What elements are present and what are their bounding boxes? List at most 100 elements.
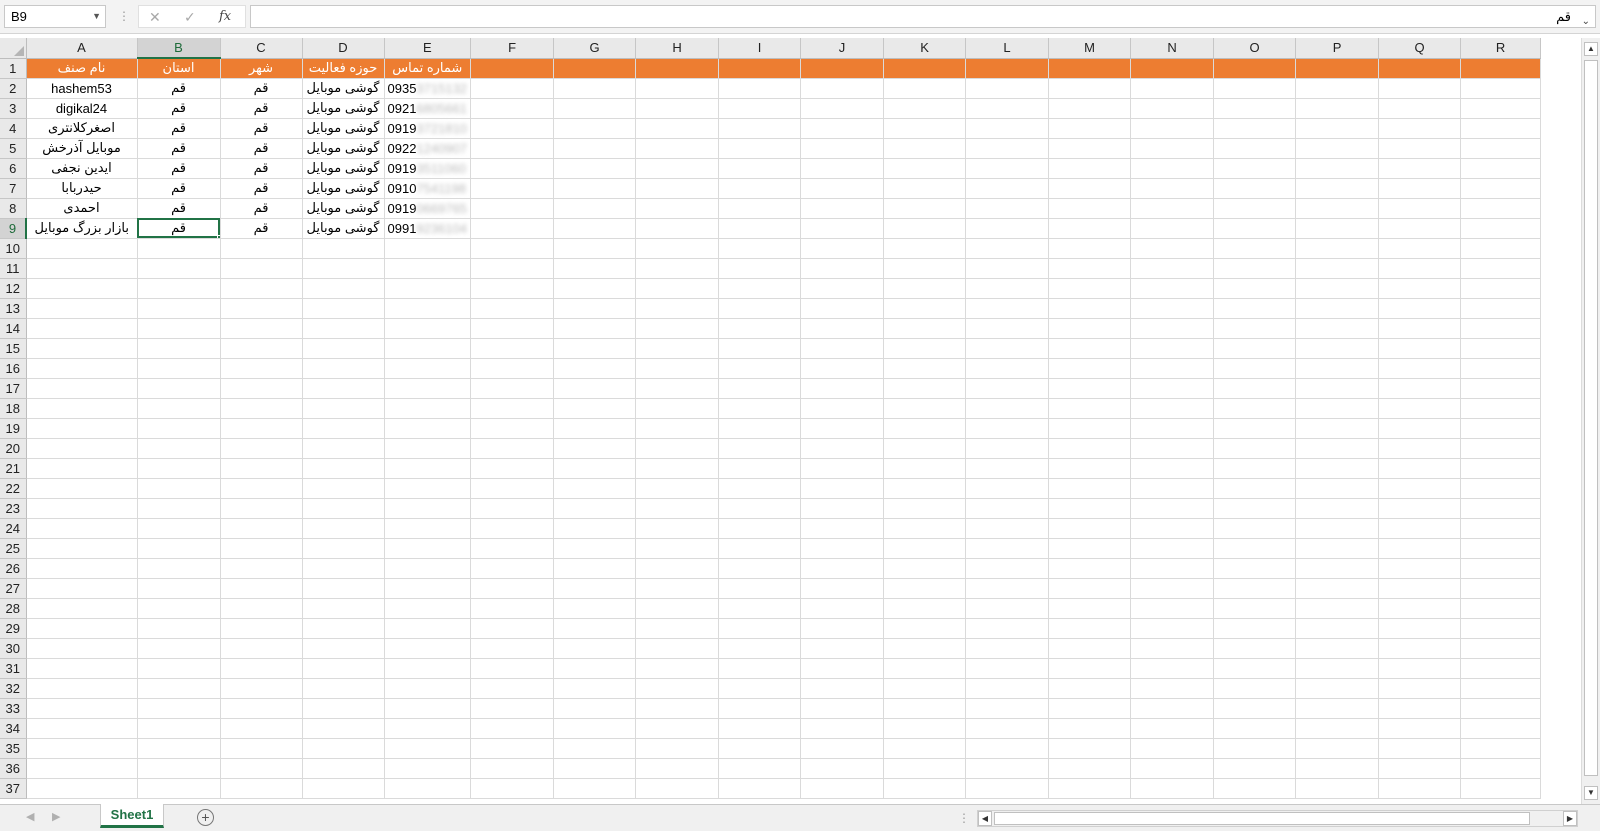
- cell-p22[interactable]: [1295, 478, 1380, 499]
- cell-f32[interactable]: [470, 678, 555, 699]
- cell-p1[interactable]: [1295, 58, 1380, 79]
- cell-l33[interactable]: [965, 698, 1050, 719]
- cell-q31[interactable]: [1378, 658, 1462, 679]
- cell-n16[interactable]: [1130, 358, 1215, 379]
- cell-b23[interactable]: [137, 498, 221, 519]
- cell-g18[interactable]: [553, 398, 637, 419]
- row-header-32[interactable]: 32: [0, 678, 27, 699]
- cell-g21[interactable]: [553, 458, 637, 479]
- cell-k26[interactable]: [883, 558, 967, 579]
- cell-n28[interactable]: [1130, 598, 1215, 619]
- cell-a16[interactable]: [26, 358, 138, 379]
- cell-m29[interactable]: [1048, 618, 1132, 639]
- cell-f30[interactable]: [470, 638, 555, 659]
- cell-p21[interactable]: [1295, 458, 1380, 479]
- cell-c37[interactable]: [220, 778, 303, 799]
- cell-e12[interactable]: [384, 278, 472, 299]
- cell-q28[interactable]: [1378, 598, 1462, 619]
- cell-q27[interactable]: [1378, 578, 1462, 599]
- cell-q16[interactable]: [1378, 358, 1462, 379]
- cell-p15[interactable]: [1295, 338, 1380, 359]
- cell-f28[interactable]: [470, 598, 555, 619]
- cell-i4[interactable]: [718, 118, 802, 139]
- cell-d18[interactable]: [302, 398, 385, 419]
- row-header-10[interactable]: 10: [0, 238, 27, 259]
- cell-r27[interactable]: [1460, 578, 1542, 599]
- splitter-icon[interactable]: ⋮: [958, 811, 970, 825]
- cell-i10[interactable]: [718, 238, 802, 259]
- column-header-h[interactable]: H: [635, 38, 720, 59]
- cell-c10[interactable]: [220, 238, 303, 259]
- formula-input[interactable]: قم ⌄: [250, 5, 1596, 28]
- cell-d8[interactable]: گوشی موبایل: [301, 197, 385, 219]
- cell-h7[interactable]: [635, 178, 720, 199]
- cell-f8[interactable]: [470, 198, 555, 219]
- cell-o7[interactable]: [1213, 178, 1297, 199]
- cell-j31[interactable]: [800, 658, 885, 679]
- cell-o30[interactable]: [1213, 638, 1297, 659]
- cell-l5[interactable]: [965, 138, 1050, 159]
- cell-a5[interactable]: موبایل آذرخش: [25, 137, 138, 159]
- cell-i25[interactable]: [718, 538, 802, 559]
- cell-h24[interactable]: [635, 518, 720, 539]
- cell-j21[interactable]: [800, 458, 885, 479]
- cell-g5[interactable]: [553, 138, 637, 159]
- add-sheet-icon[interactable]: +: [197, 809, 214, 826]
- cell-f16[interactable]: [470, 358, 555, 379]
- cell-p27[interactable]: [1295, 578, 1380, 599]
- cell-h10[interactable]: [635, 238, 720, 259]
- cell-l12[interactable]: [965, 278, 1050, 299]
- cell-j36[interactable]: [800, 758, 885, 779]
- cell-b26[interactable]: [137, 558, 221, 579]
- cell-p25[interactable]: [1295, 538, 1380, 559]
- cell-f37[interactable]: [470, 778, 555, 799]
- cell-j12[interactable]: [800, 278, 885, 299]
- cell-l37[interactable]: [965, 778, 1050, 799]
- cell-o31[interactable]: [1213, 658, 1297, 679]
- cell-q26[interactable]: [1378, 558, 1462, 579]
- cell-k20[interactable]: [883, 438, 967, 459]
- row-header-25[interactable]: 25: [0, 538, 27, 559]
- cell-m13[interactable]: [1048, 298, 1132, 319]
- cell-h34[interactable]: [635, 718, 720, 739]
- cell-a4[interactable]: اصغرکلانتری: [25, 117, 138, 139]
- cell-c19[interactable]: [220, 418, 303, 439]
- cell-j19[interactable]: [800, 418, 885, 439]
- cell-f18[interactable]: [470, 398, 555, 419]
- cell-j37[interactable]: [800, 778, 885, 799]
- cell-b8[interactable]: قم: [136, 197, 221, 219]
- cell-d37[interactable]: [302, 778, 385, 799]
- cell-i9[interactable]: [718, 218, 802, 239]
- cell-o13[interactable]: [1213, 298, 1297, 319]
- cell-g30[interactable]: [553, 638, 637, 659]
- cell-r3[interactable]: [1460, 98, 1542, 119]
- row-header-37[interactable]: 37: [0, 778, 27, 799]
- cell-g4[interactable]: [553, 118, 637, 139]
- cell-n20[interactable]: [1130, 438, 1215, 459]
- cell-h23[interactable]: [635, 498, 720, 519]
- cell-k5[interactable]: [883, 138, 967, 159]
- cell-k28[interactable]: [883, 598, 967, 619]
- row-header-1[interactable]: 1: [0, 58, 27, 79]
- cell-a37[interactable]: [26, 778, 138, 799]
- cell-f25[interactable]: [470, 538, 555, 559]
- cell-e21[interactable]: [384, 458, 472, 479]
- row-header-9[interactable]: 9: [0, 218, 27, 239]
- cell-c34[interactable]: [220, 718, 303, 739]
- cell-h27[interactable]: [635, 578, 720, 599]
- cell-k14[interactable]: [883, 318, 967, 339]
- cell-n4[interactable]: [1130, 118, 1215, 139]
- cell-h2[interactable]: [635, 78, 720, 99]
- cell-b4[interactable]: قم: [136, 117, 221, 139]
- next-sheet-icon[interactable]: ▶: [52, 810, 60, 823]
- cell-b10[interactable]: [137, 238, 221, 259]
- cell-k3[interactable]: [883, 98, 967, 119]
- cell-k11[interactable]: [883, 258, 967, 279]
- row-header-21[interactable]: 21: [0, 458, 27, 479]
- cell-b34[interactable]: [137, 718, 221, 739]
- cell-a24[interactable]: [26, 518, 138, 539]
- cell-l8[interactable]: [965, 198, 1050, 219]
- cell-n26[interactable]: [1130, 558, 1215, 579]
- cell-j25[interactable]: [800, 538, 885, 559]
- cell-g34[interactable]: [553, 718, 637, 739]
